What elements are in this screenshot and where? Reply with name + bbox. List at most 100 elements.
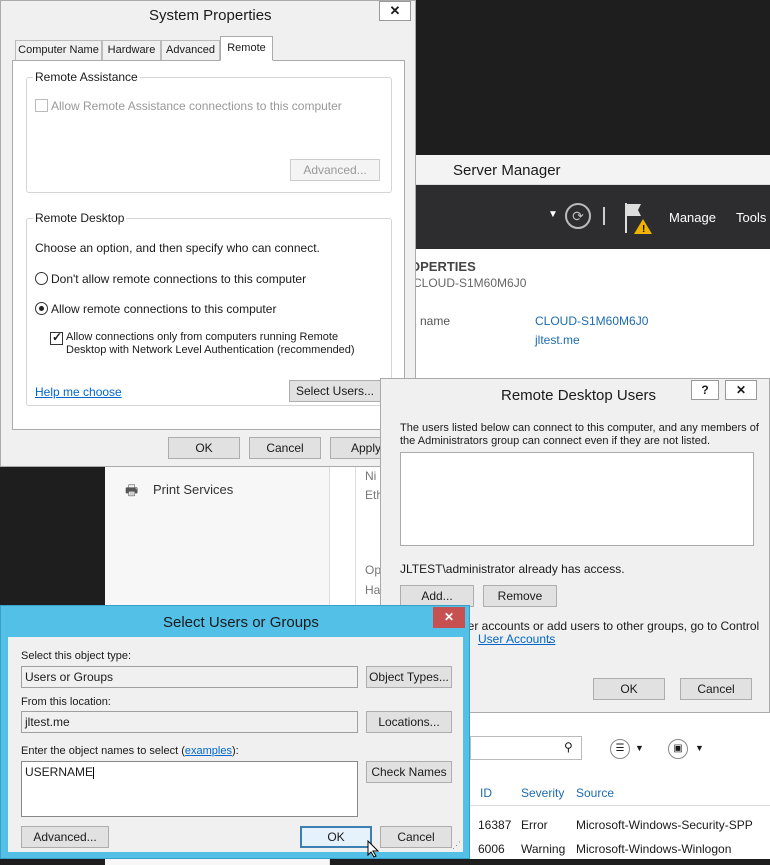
computer-name-link[interactable]: CLOUD-S1M60M6J0 — [535, 314, 648, 328]
cancel-button[interactable]: Cancel — [680, 678, 752, 700]
users-listbox[interactable] — [400, 452, 754, 546]
help-icon: ? — [701, 383, 709, 397]
examples-link[interactable]: examples — [185, 745, 232, 757]
close-button[interactable]: ✕ — [433, 607, 465, 628]
description-line: the Administrators group can connect eve… — [400, 435, 711, 447]
remote-assistance-advanced-button: Advanced... — [290, 159, 380, 181]
object-types-button[interactable]: Object Types... — [366, 666, 452, 688]
close-icon: ✕ — [735, 383, 747, 397]
remove-button[interactable]: Remove — [483, 585, 557, 607]
help-me-choose-link[interactable]: Help me choose — [35, 385, 122, 399]
check-names-button[interactable]: Check Names — [366, 761, 452, 783]
checkbox-box: ✓ — [50, 330, 63, 345]
user-accounts-link[interactable]: User Accounts — [478, 632, 555, 646]
tools-menu[interactable]: Tools — [736, 210, 766, 225]
chevron-down-icon[interactable]: ▼ — [635, 743, 644, 753]
chevron-down-icon[interactable]: ▼ — [695, 743, 704, 753]
checkbox-label: Desktop with Network Level Authenticatio… — [66, 344, 355, 356]
allow-radio[interactable]: Allow remote connections to this compute… — [35, 301, 315, 317]
separator — [603, 207, 605, 225]
ok-button[interactable]: OK — [300, 826, 372, 848]
ok-button[interactable]: OK — [168, 437, 240, 459]
radio-circle — [35, 272, 48, 285]
names-label-text: ): — [231, 745, 239, 757]
checkbox-label: Allow connections only from computers ru… — [66, 331, 339, 343]
radio-label: Don't allow remote connections to this c… — [51, 272, 307, 286]
checkbox-box — [35, 99, 48, 112]
nav-item-print-services[interactable]: 🖶 Print Services — [125, 479, 325, 501]
radio-circle — [35, 302, 48, 315]
add-button[interactable]: Add... — [400, 585, 474, 607]
text-cursor — [93, 766, 95, 779]
system-properties-window: System Properties ✕ Computer Name Hardwa… — [0, 0, 416, 467]
event-source: Microsoft-Windows-Winlogon — [576, 842, 732, 856]
save-query-icon[interactable]: ▣ — [668, 739, 688, 759]
col-header-severity[interactable]: Severity — [521, 786, 564, 800]
event-id: 16387 — [478, 818, 512, 832]
help-button[interactable]: ? — [691, 380, 719, 400]
col-header-id[interactable]: ID — [480, 786, 492, 800]
resize-grip-icon[interactable]: ⋰ — [452, 840, 461, 851]
object-type-label: Select this object type: — [21, 650, 132, 662]
table-row[interactable]: 6006 Warning Microsoft-Windows-Winlogon — [470, 838, 770, 860]
search-icon: ⚲ — [564, 740, 573, 754]
event-id: 6006 — [478, 842, 505, 856]
location-field: jltest.me — [21, 711, 358, 733]
checkbox-label: Allow Remote Assistance connections to t… — [51, 99, 342, 113]
nla-checkbox[interactable]: ✓ Allow connections only from computers … — [50, 330, 370, 361]
radio-label: Allow remote connections to this compute… — [51, 302, 277, 316]
chevron-down-icon[interactable]: ▼ — [548, 209, 558, 220]
window-title: System Properties — [149, 7, 272, 24]
tile-text-ha: Ha — [365, 583, 381, 597]
locations-button[interactable]: Locations... — [366, 711, 452, 733]
tab-computer-name[interactable]: Computer Name — [15, 40, 102, 60]
tab-advanced[interactable]: Advanced — [161, 40, 220, 60]
select-users-button[interactable]: Select Users... — [289, 380, 381, 402]
remote-desktop-intro: Choose an option, and then specify who c… — [35, 241, 320, 255]
manage-menu[interactable]: Manage — [669, 210, 716, 225]
info-text: user accounts or add users to other grou… — [455, 619, 760, 633]
close-icon: ✕ — [389, 3, 401, 18]
tab-hardware[interactable]: Hardware — [102, 40, 161, 60]
location-label: From this location: — [21, 696, 111, 708]
domain-link[interactable]: jltest.me — [535, 333, 580, 347]
properties-heading: OPERTIES — [410, 259, 476, 274]
dialog-title: Remote Desktop Users — [501, 387, 657, 404]
names-label: Enter the object names to select (exampl… — [21, 745, 239, 757]
table-row[interactable]: 16387 Error Microsoft-Windows-Security-S… — [470, 814, 770, 836]
refresh-icon[interactable]: ⟳ — [565, 203, 591, 229]
already-access-text: JLTEST\administrator already has access. — [400, 562, 625, 576]
event-severity: Error — [521, 818, 548, 832]
events-filter-input[interactable]: ⚲ — [470, 736, 582, 760]
description-line: The users listed below can connect to th… — [400, 422, 759, 434]
col-header-source[interactable]: Source — [576, 786, 614, 800]
cancel-button[interactable]: Cancel — [380, 826, 452, 848]
advanced-button[interactable]: Advanced... — [21, 826, 109, 848]
dialog-body: Select this object type: Users or Groups… — [8, 637, 463, 852]
group-label: Remote Desktop — [33, 211, 127, 225]
notifications-flag-icon[interactable]: ! — [623, 201, 655, 235]
names-label-text: Enter the object names to select ( — [21, 745, 185, 757]
events-header-row: ID Severity Source — [470, 780, 770, 806]
svg-text:!: ! — [642, 224, 645, 235]
object-names-input[interactable]: USERNAME — [21, 761, 358, 817]
ok-button[interactable]: OK — [593, 678, 665, 700]
tile-text-op: Op — [365, 563, 382, 577]
group-label: Remote Assistance — [33, 70, 140, 84]
tab-remote[interactable]: Remote — [220, 36, 273, 61]
server-manager-title: Server Manager — [453, 162, 561, 179]
tab-panel: Remote Assistance Allow Remote Assistanc… — [12, 60, 405, 430]
printer-icon: 🖶 — [125, 482, 139, 498]
tile-divider — [355, 465, 356, 605]
cancel-button[interactable]: Cancel — [249, 437, 321, 459]
nav-item-label: Print Services — [153, 482, 234, 497]
tile-text-ni: Ni — [365, 469, 377, 483]
list-options-icon[interactable]: ☰ — [610, 739, 630, 759]
close-icon: ✕ — [443, 610, 455, 624]
dont-allow-radio[interactable]: Don't allow remote connections to this c… — [35, 271, 315, 287]
close-button[interactable]: ✕ — [725, 380, 757, 400]
close-button[interactable]: ✕ — [379, 1, 411, 21]
info-text-end: . — [548, 632, 552, 646]
select-users-groups-dialog: Select Users or Groups ✕ Select this obj… — [0, 605, 470, 859]
object-names-value: USERNAME — [25, 765, 94, 779]
